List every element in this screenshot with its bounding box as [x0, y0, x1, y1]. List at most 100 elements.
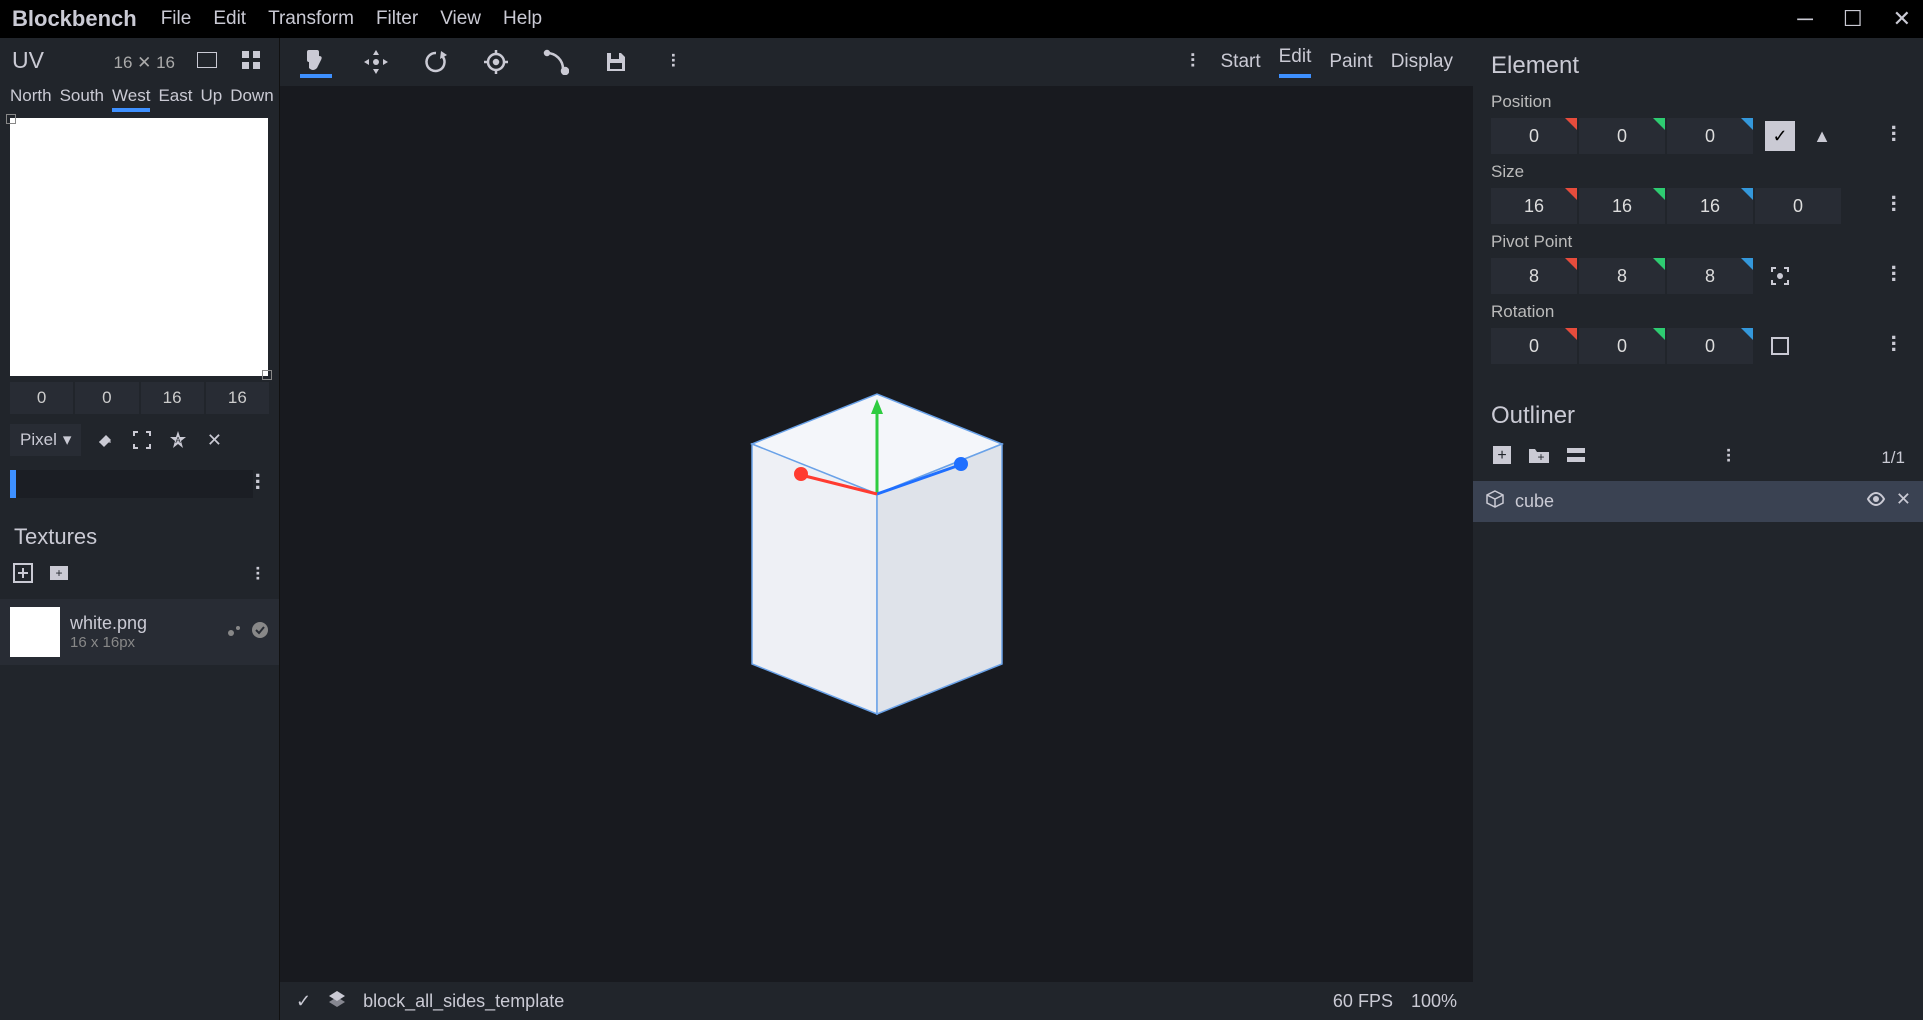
main-toolbar: Start Edit Paint Display: [280, 38, 1473, 86]
mode-edit[interactable]: Edit: [1279, 46, 1312, 78]
menu-filter[interactable]: Filter: [376, 8, 418, 30]
uv-face-down[interactable]: Down: [230, 86, 273, 112]
uv-coord-x2[interactable]: 16: [141, 382, 204, 414]
vertex-snap-icon[interactable]: [540, 46, 572, 78]
add-cube-icon[interactable]: +: [1491, 444, 1513, 471]
uv-face-west[interactable]: West: [112, 86, 150, 112]
outliner-item[interactable]: cube ✕: [1473, 481, 1923, 522]
center-pivot-icon[interactable]: [1765, 261, 1795, 291]
pivot-row: 8 8 8: [1473, 256, 1923, 298]
outliner-count: 1/1: [1881, 448, 1905, 468]
resize-tool-icon[interactable]: [360, 46, 392, 78]
pivot-tool-icon[interactable]: [480, 46, 512, 78]
rotation-y[interactable]: 0: [1579, 328, 1665, 364]
pivot-more-icon[interactable]: [1889, 263, 1905, 289]
uv-face-south[interactable]: South: [60, 86, 104, 112]
texture-item[interactable]: white.png 16 x 16px: [0, 599, 279, 665]
uv-face-north[interactable]: North: [10, 86, 52, 112]
position-row: 0 0 0 ✓ ▲: [1473, 116, 1923, 158]
color-more-icon[interactable]: [253, 471, 269, 497]
uv-face-up[interactable]: Up: [200, 86, 222, 112]
uv-face-east[interactable]: East: [158, 86, 192, 112]
mode-paint[interactable]: Paint: [1329, 51, 1372, 73]
autouv-icon[interactable]: A: [167, 429, 189, 451]
minimize-icon[interactable]: ─: [1797, 6, 1813, 32]
particle-icon[interactable]: [225, 621, 243, 644]
uv-coord-y2[interactable]: 16: [206, 382, 269, 414]
outliner-more-icon[interactable]: [1725, 447, 1738, 468]
remove-icon[interactable]: ✕: [1896, 489, 1911, 514]
size-row: 16 16 16 0: [1473, 186, 1923, 228]
uv-coord-x1[interactable]: 0: [10, 382, 73, 414]
svg-text:+: +: [55, 566, 62, 580]
mode-start[interactable]: Start: [1221, 51, 1261, 73]
add-group-icon[interactable]: +: [1527, 445, 1551, 470]
pivot-x[interactable]: 8: [1491, 258, 1577, 294]
toggle-options-icon[interactable]: [1565, 446, 1587, 469]
position-lock-checkbox[interactable]: ✓: [1765, 121, 1795, 151]
color-track[interactable]: [16, 470, 253, 498]
menu-transform[interactable]: Transform: [268, 8, 354, 30]
uv-coord-y1[interactable]: 0: [75, 382, 138, 414]
uv-size-label: 16 ✕ 16: [113, 53, 175, 73]
rescale-checkbox[interactable]: [1765, 331, 1795, 361]
saved-icon[interactable]: [251, 621, 269, 644]
uv-grid-icon[interactable]: [235, 44, 267, 76]
viewport-3d[interactable]: [280, 86, 1473, 982]
menu-help[interactable]: Help: [503, 8, 542, 30]
position-more-icon[interactable]: [1889, 123, 1905, 149]
textures-toolbar: +: [0, 558, 279, 593]
uv-fullface-icon[interactable]: [191, 44, 223, 76]
size-y[interactable]: 16: [1579, 188, 1665, 224]
rotation-x[interactable]: 0: [1491, 328, 1577, 364]
mode-tabs: Start Edit Paint Display: [1189, 46, 1453, 78]
texture-thumb: [10, 607, 60, 657]
uv-canvas[interactable]: [10, 118, 268, 376]
menu-file[interactable]: File: [161, 8, 192, 30]
position-z[interactable]: 0: [1667, 118, 1753, 154]
create-texture-icon[interactable]: +: [48, 562, 70, 589]
window-controls: ─ ☐ ✕: [1797, 6, 1911, 32]
position-y[interactable]: 0: [1579, 118, 1665, 154]
uv-snap-select[interactable]: Pixel ▾: [10, 424, 81, 456]
pivot-label: Pivot Point: [1473, 228, 1923, 256]
position-x[interactable]: 0: [1491, 118, 1577, 154]
close-icon[interactable]: ✕: [1893, 6, 1911, 32]
right-panel: Element Position 0 0 0 ✓ ▲ Size 16 16 16…: [1473, 38, 1923, 1020]
size-z[interactable]: 16: [1667, 188, 1753, 224]
size-x[interactable]: 16: [1491, 188, 1577, 224]
status-layers-icon[interactable]: [327, 989, 347, 1014]
color-strip: [0, 462, 279, 506]
texture-name: white.png: [70, 613, 147, 634]
clear-icon[interactable]: ✕: [203, 429, 225, 451]
position-eject-icon[interactable]: ▲: [1807, 121, 1837, 151]
maximize-icon[interactable]: [131, 429, 153, 451]
status-saved-icon: ✓: [296, 991, 311, 1012]
status-bar: ✓ block_all_sides_template 60 FPS 100%: [280, 982, 1473, 1020]
uv-face-tabs: North South West East Up Down: [0, 80, 279, 114]
left-panel: UV 16 ✕ 16 North South West East Up Down…: [0, 38, 280, 1020]
size-more-icon[interactable]: [1889, 193, 1905, 219]
import-texture-icon[interactable]: [12, 562, 34, 589]
rotation-label: Rotation: [1473, 298, 1923, 326]
menu-view[interactable]: View: [440, 8, 481, 30]
textures-more-icon[interactable]: [254, 565, 267, 586]
pivot-y[interactable]: 8: [1579, 258, 1665, 294]
rotate-tool-icon[interactable]: [420, 46, 452, 78]
rotation-z[interactable]: 0: [1667, 328, 1753, 364]
visibility-icon[interactable]: [1866, 489, 1886, 514]
rotation-more-icon[interactable]: [1889, 333, 1905, 359]
svg-text:A: A: [176, 436, 182, 445]
move-tool-icon[interactable]: [300, 46, 332, 78]
maximize-icon[interactable]: ☐: [1843, 6, 1863, 32]
svg-text:+: +: [1537, 450, 1544, 464]
pivot-z[interactable]: 8: [1667, 258, 1753, 294]
menu-edit[interactable]: Edit: [213, 8, 246, 30]
mode-display[interactable]: Display: [1391, 51, 1453, 73]
inflate[interactable]: 0: [1755, 188, 1841, 224]
toolbar-more-icon[interactable]: [660, 46, 692, 78]
save-icon[interactable]: [600, 46, 632, 78]
textures-title: Textures: [0, 506, 279, 558]
fill-icon[interactable]: [95, 429, 117, 451]
mode-more-icon[interactable]: [1189, 51, 1203, 74]
